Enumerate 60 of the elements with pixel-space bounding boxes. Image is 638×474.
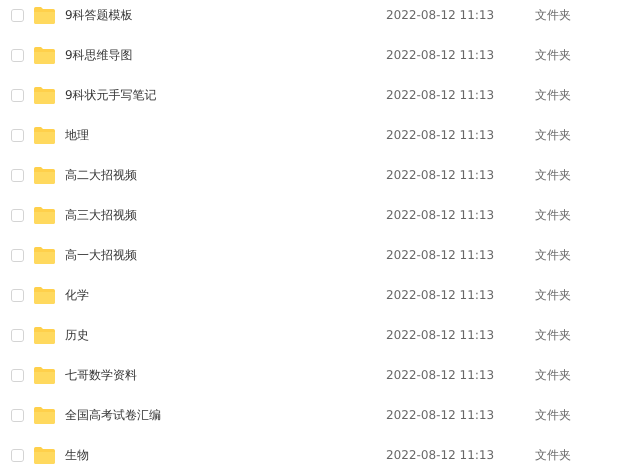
folder-icon [34, 6, 55, 24]
checkbox[interactable] [11, 328, 24, 342]
checkbox[interactable] [11, 88, 24, 102]
file-type: 文件夹 [535, 128, 571, 142]
modified-date: 2022-08-12 11:13 [386, 328, 494, 342]
file-name: 高一大招视频 [65, 248, 137, 262]
modified-date: 2022-08-12 11:13 [386, 208, 494, 222]
checkbox[interactable] [11, 408, 24, 422]
modified-date: 2022-08-12 11:13 [386, 8, 494, 22]
file-name: 化学 [65, 288, 89, 302]
file-type: 文件夹 [535, 48, 571, 62]
file-name: 9科思维导图 [65, 48, 133, 62]
folder-icon [34, 326, 55, 344]
checkbox[interactable] [11, 288, 24, 302]
folder-icon [34, 246, 55, 264]
modified-date: 2022-08-12 11:13 [386, 448, 494, 462]
folder-icon [34, 126, 55, 144]
modified-date: 2022-08-12 11:13 [386, 288, 494, 302]
checkbox[interactable] [11, 128, 24, 142]
modified-date: 2022-08-12 11:13 [386, 48, 494, 62]
file-type: 文件夹 [535, 408, 571, 422]
file-type: 文件夹 [535, 248, 571, 262]
file-type: 文件夹 [535, 88, 571, 102]
file-name: 历史 [65, 328, 89, 342]
file-type: 文件夹 [535, 8, 571, 22]
modified-date: 2022-08-12 11:13 [386, 408, 494, 422]
folder-icon [34, 206, 55, 224]
file-name: 全国高考试卷汇编 [65, 408, 161, 422]
folder-icon [34, 46, 55, 64]
file-name: 地理 [65, 128, 89, 142]
checkbox[interactable] [11, 48, 24, 62]
folder-icon [34, 406, 55, 424]
modified-date: 2022-08-12 11:13 [386, 88, 494, 102]
checkbox[interactable] [11, 208, 24, 222]
modified-date: 2022-08-12 11:13 [386, 368, 494, 382]
file-name: 高三大招视频 [65, 208, 137, 222]
checkbox[interactable] [11, 8, 24, 22]
file-name: 9科答题模板 [65, 8, 133, 22]
checkbox[interactable] [11, 448, 24, 462]
file-type: 文件夹 [535, 448, 571, 462]
checkbox[interactable] [11, 368, 24, 382]
file-name: 七哥数学资料 [65, 368, 137, 382]
modified-date: 2022-08-12 11:13 [386, 128, 494, 142]
folder-icon [34, 166, 55, 184]
checkbox[interactable] [11, 248, 24, 262]
file-type: 文件夹 [535, 368, 571, 382]
modified-date: 2022-08-12 11:13 [386, 248, 494, 262]
folder-icon [34, 366, 55, 384]
file-type: 文件夹 [535, 288, 571, 302]
folder-icon [34, 86, 55, 104]
file-type: 文件夹 [535, 208, 571, 222]
file-name: 生物 [65, 448, 89, 462]
file-name: 高二大招视频 [65, 168, 137, 182]
file-name: 9科状元手写笔记 [65, 88, 157, 102]
folder-icon [34, 446, 55, 464]
modified-date: 2022-08-12 11:13 [386, 168, 494, 182]
file-type: 文件夹 [535, 328, 571, 342]
folder-icon [34, 286, 55, 304]
checkbox[interactable] [11, 168, 24, 182]
file-type: 文件夹 [535, 168, 571, 182]
